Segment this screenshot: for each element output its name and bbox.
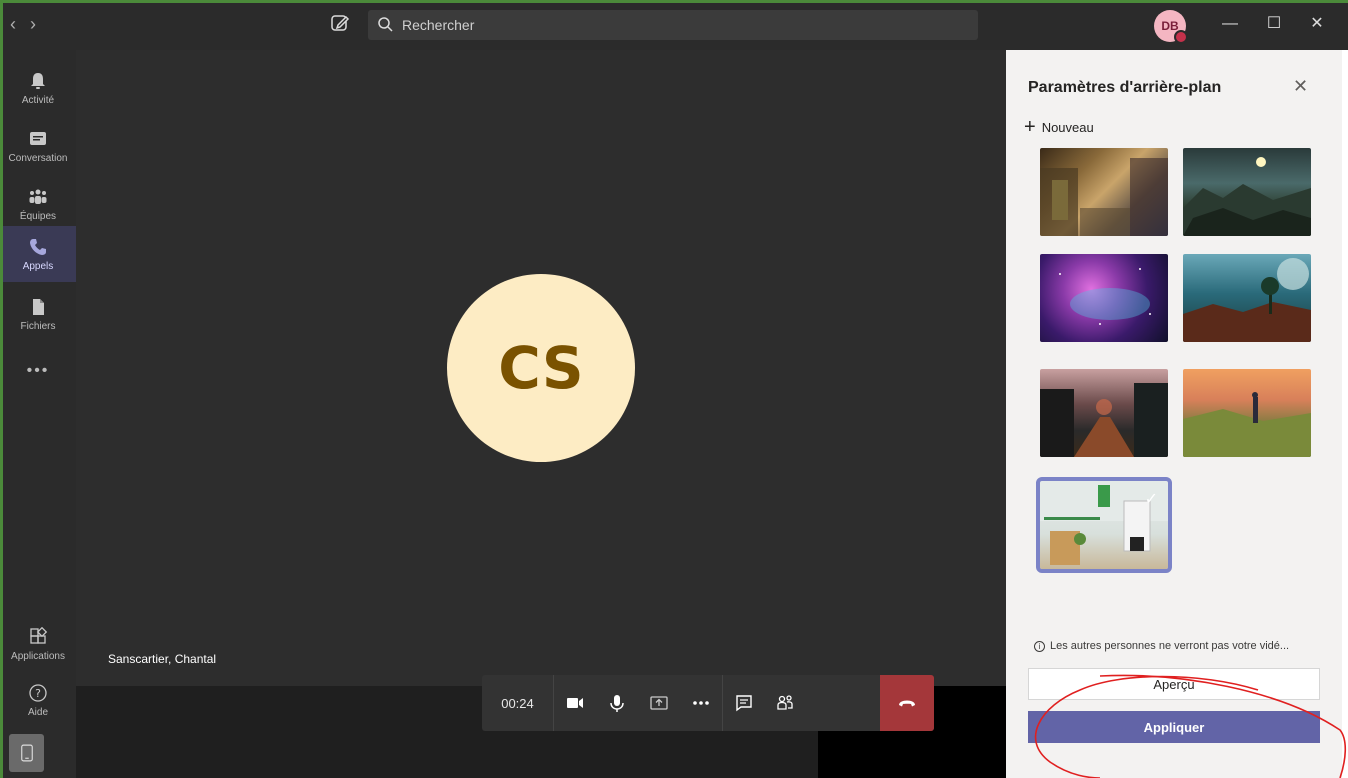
background-thumbnail[interactable] [1040,369,1168,457]
more-options-button[interactable] [680,675,722,731]
search-icon [376,15,396,35]
background-thumbnail-selected[interactable]: ✓ [1036,477,1172,573]
info-icon: i [1034,640,1045,652]
forward-arrow-icon[interactable]: › [30,12,36,36]
file-icon [33,298,44,315]
mic-button[interactable] [596,675,638,731]
rail-label: Appels [22,260,54,272]
rail-item-chat[interactable]: Conversation [0,118,76,174]
add-background-button[interactable]: + Nouveau [1024,117,1094,137]
rail-item-apps[interactable]: Applications [0,616,76,672]
participants-icon [777,695,793,710]
close-window-icon[interactable]: ✕ [1305,12,1329,36]
minimize-icon[interactable]: — [1218,12,1242,36]
participant-avatar: CS [447,274,635,462]
rail-item-help[interactable]: ? Aide [0,672,76,728]
rail-item-activity[interactable]: Activité [0,60,76,116]
background-thumbnail[interactable] [1183,254,1311,342]
info-text: Les autres personnes ne verront pas votr… [1050,640,1290,652]
app-rail: Activité Conversation Équipes Appels Fic… [0,50,76,778]
microphone-icon [610,695,624,712]
info-message: i Les autres personnes ne verront pas vo… [1034,640,1289,652]
rail-item-teams[interactable]: Équipes [0,176,76,232]
rail-item-files[interactable]: Fichiers [0,286,76,342]
background-thumbnail[interactable] [1040,254,1168,342]
checkmark-icon: ✓ [1144,491,1158,508]
search-box[interactable]: Rechercher [368,10,978,40]
rail-label: Conversation [8,152,68,164]
hang-up-icon [899,700,915,707]
add-background-label: Nouveau [1041,119,1094,135]
more-icon [693,701,709,705]
rail-label: Fichiers [20,320,56,332]
phone-icon [30,238,46,255]
chat-bubble-icon [735,695,752,712]
background-thumbnail[interactable] [1183,148,1311,236]
rail-label: Aide [27,706,48,718]
more-apps-icon[interactable]: ••• [0,362,76,380]
chat-button[interactable] [722,675,764,731]
background-thumbnail[interactable] [1040,148,1168,236]
rail-label: Applications [11,650,65,662]
camera-button[interactable] [554,675,596,731]
rail-item-calls[interactable]: Appels [0,226,76,282]
panel-title: Paramètres d'arrière-plan [1028,79,1222,96]
preview-button[interactable]: Aperçu [1028,668,1320,700]
apps-icon [30,626,48,644]
hang-up-button[interactable] [880,675,934,731]
title-bar: ‹ › Rechercher DB — ☐ ✕ [0,0,1348,50]
teams-icon [29,189,47,204]
search-placeholder: Rechercher [402,17,475,33]
user-avatar[interactable]: DB [1154,10,1188,44]
status-dot-icon [1174,30,1188,44]
svg-text:?: ? [35,687,41,700]
background-settings-panel: Paramètres d'arrière-plan ✕ + Nouveau ✓ … [1006,50,1342,778]
call-controls: 00:24 [482,675,934,731]
panel-edge [1342,50,1348,778]
participants-button[interactable] [764,675,806,731]
plus-icon: + [1024,116,1036,138]
chat-icon [30,131,46,145]
call-timer: 00:24 [482,675,554,731]
compose-icon[interactable] [329,12,351,34]
rail-label: Activité [21,94,55,106]
participant-name: Sanscartier, Chantal [108,652,217,666]
camera-icon [567,698,583,708]
device-icon[interactable] [9,734,44,772]
share-screen-icon [650,696,668,710]
share-screen-button[interactable] [638,675,680,731]
maximize-icon[interactable]: ☐ [1262,12,1286,36]
back-arrow-icon[interactable]: ‹ [10,12,16,36]
background-thumbnail[interactable] [1183,369,1311,457]
nav-arrows: ‹ › [10,12,36,36]
apply-button[interactable]: Appliquer [1028,711,1320,743]
rail-label: Équipes [19,210,57,222]
close-icon[interactable]: ✕ [1293,76,1308,97]
bell-icon [31,72,45,89]
help-icon: ? [29,683,47,702]
